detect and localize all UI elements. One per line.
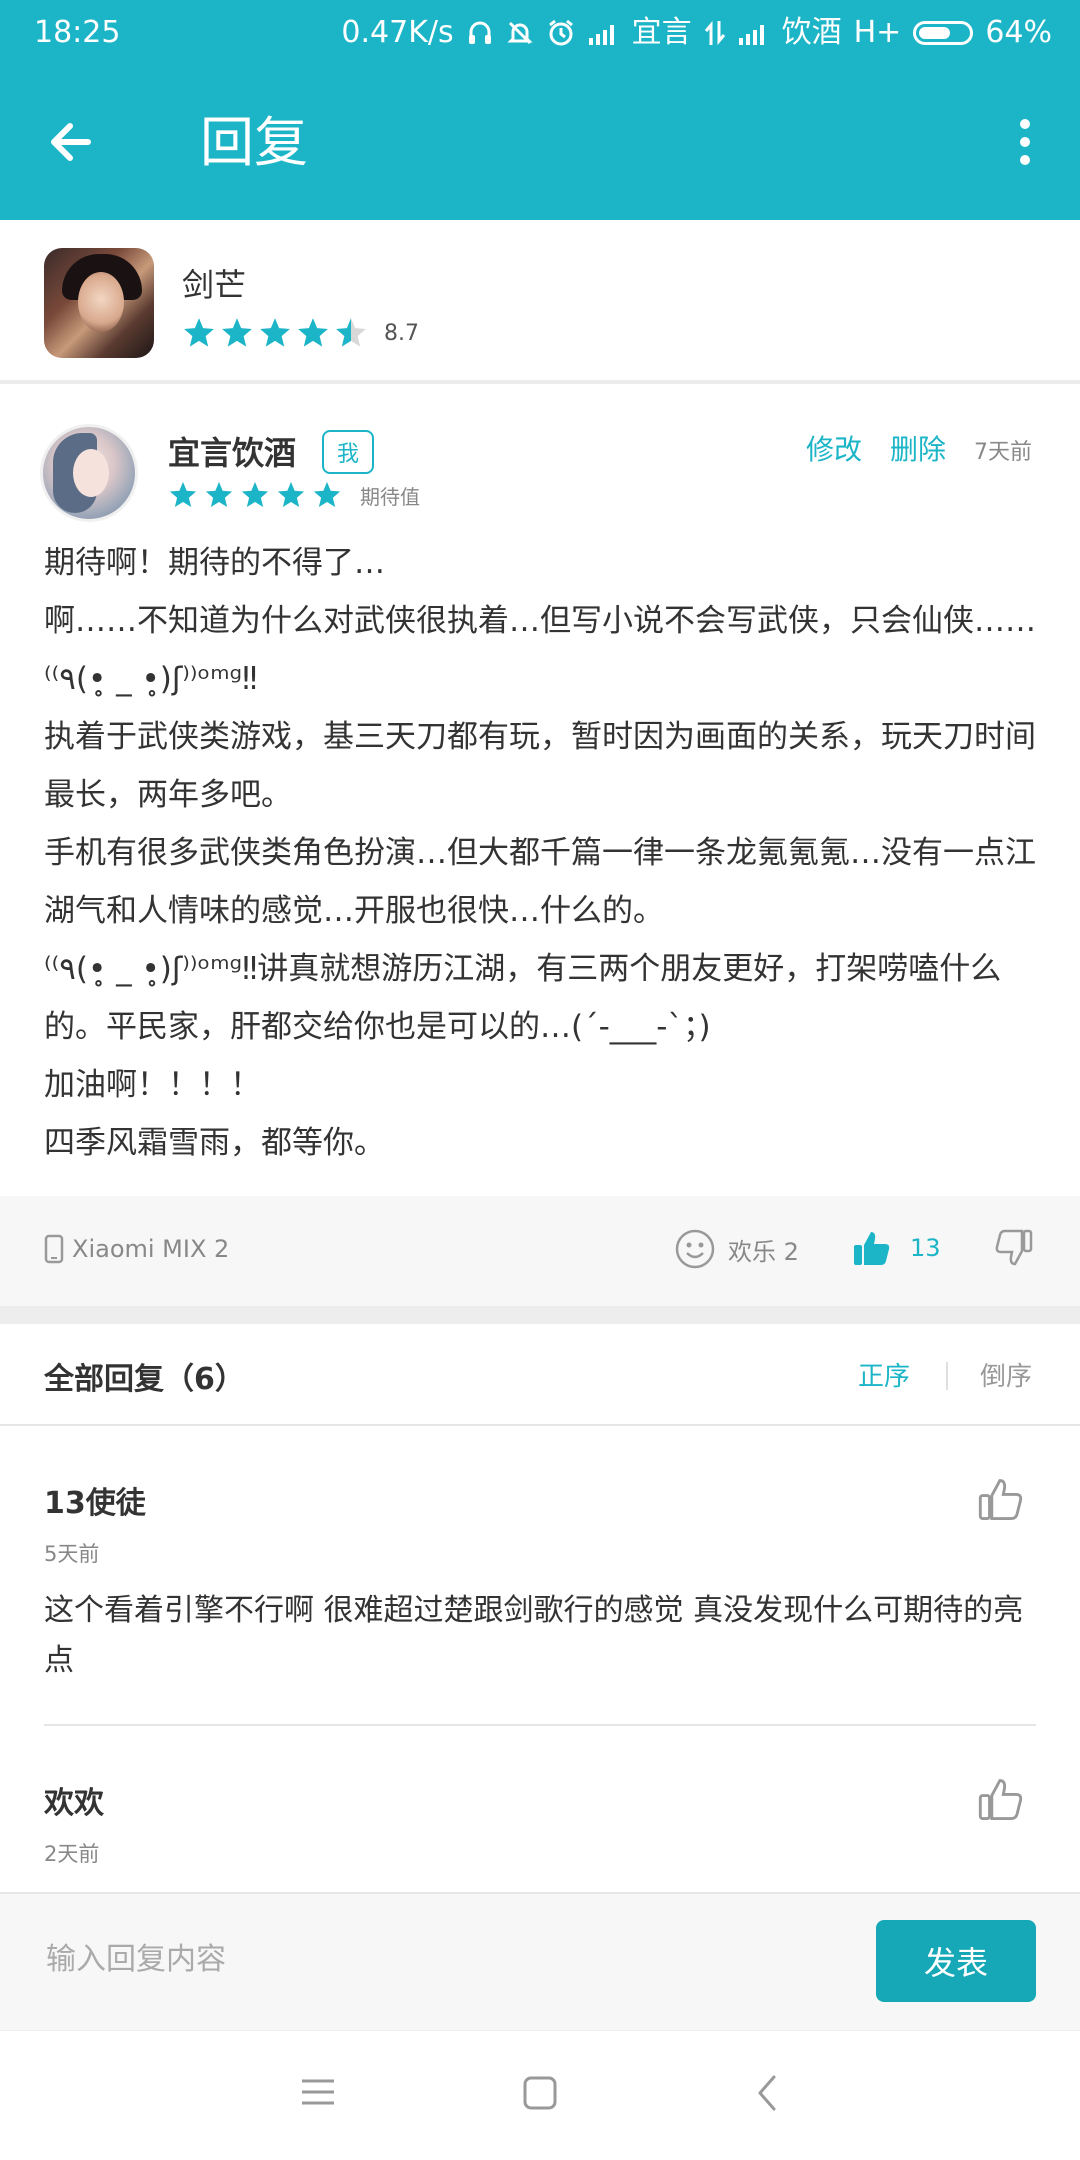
star-icon <box>205 481 233 507</box>
comment-line: ⁽⁽٩(•̥ _ •̥)ʃ⁾⁾ᵒᵐᵍ‼讲真就想游历江湖，有三两个朋友更好，打架唠… <box>44 951 1002 1045</box>
arrow-left-icon <box>51 123 91 161</box>
thumbs-up-icon <box>854 1232 890 1265</box>
device-name: Xiaomi MIX 2 <box>72 1235 230 1263</box>
avatar-face <box>73 449 109 497</box>
reply-item: 欢欢 2天前 <box>0 1728 1080 1892</box>
mute-bell-icon <box>506 21 533 45</box>
game-name: 剑芒 <box>182 266 247 304</box>
fun-button[interactable]: 欢乐 2 <box>674 1228 799 1270</box>
comment-line: 期待啊！期待的不得了… <box>44 545 385 581</box>
sort-ascending-button[interactable]: 正序 <box>858 1356 910 1393</box>
star-icon <box>222 318 252 347</box>
signal-icon <box>588 25 614 45</box>
thumbs-up-icon[interactable] <box>978 1476 1024 1522</box>
reply-time: 5天前 <box>44 1542 100 1566</box>
smiley-icon <box>675 1229 715 1269</box>
more-options-button[interactable] <box>1010 110 1040 174</box>
send-button[interactable]: 发表 <box>876 1920 1036 2002</box>
like-count: 13 <box>910 1234 941 1262</box>
status-bar: 18:25 0.47K/s 宜言 饮酒 H+ 64% <box>0 0 1080 66</box>
header: 18:25 0.47K/s 宜言 饮酒 H+ 64% 回复 <box>0 0 1080 220</box>
comment-line: 四季风霜雪雨，都等你。 <box>44 1125 385 1161</box>
reply-time: 2天前 <box>44 1842 100 1866</box>
battery-icon <box>913 21 974 45</box>
edit-button[interactable]: 修改 <box>806 428 862 468</box>
replies-title: 全部回复（6） <box>44 1362 245 1397</box>
phone-icon <box>44 1234 64 1264</box>
app-bar: 回复 <box>0 66 1080 220</box>
comment-rating: 期待值 <box>168 480 420 510</box>
star-icon <box>184 318 214 347</box>
reply-username[interactable]: 欢欢 <box>44 1778 104 1822</box>
game-info[interactable]: 剑芒 8.7 <box>0 220 1080 384</box>
net-speed: 0.47K/s <box>341 15 454 50</box>
replies-header: 全部回复（6） 正序 倒序 <box>0 1324 1080 1426</box>
like-button[interactable]: 13 <box>852 1228 941 1268</box>
reply-input[interactable] <box>44 1928 808 1990</box>
star-icon <box>277 481 305 507</box>
reply-text: 这个看着引擎不行啊 很难超过楚跟剑歌行的感觉 真没发现什么可期待的亮点 <box>44 1593 1024 1678</box>
battery-fill <box>919 27 951 39</box>
back-chevron-icon[interactable] <box>752 2073 782 2113</box>
comment-line: 加油啊！！！！ <box>44 1067 261 1103</box>
delete-button[interactable]: 删除 <box>890 428 946 468</box>
comment-line: 啊……不知道为什么对武侠很执着…但写小说不会写武侠，只会仙侠……⁽⁽٩(•̥ _… <box>44 603 1036 697</box>
avatar[interactable] <box>40 424 138 522</box>
comment-meta: Xiaomi MIX 2 欢乐 2 13 <box>0 1196 1080 1306</box>
status-time: 18:25 <box>34 15 121 50</box>
home-square-icon[interactable] <box>522 2075 558 2111</box>
star-icon <box>298 318 328 347</box>
page-title: 回复 <box>200 111 308 174</box>
section-gap <box>0 1306 1080 1324</box>
rating-label: 期待值 <box>360 484 420 509</box>
reply-item: 13使徒 5天前 这个看着引擎不行啊 很难超过楚跟剑歌行的感觉 真没发现什么可期… <box>0 1426 1080 1726</box>
game-score: 8.7 <box>384 320 419 346</box>
star-icon <box>260 318 290 347</box>
alarm-icon <box>548 19 573 46</box>
sort-descending-button[interactable]: 倒序 <box>980 1356 1032 1393</box>
comment-star-row <box>168 480 342 510</box>
main-comment: 宜言饮酒 我 期待值 修改 删除 7天前 期待啊！期待的不得了… 啊……不知道为… <box>0 384 1080 1196</box>
star-icon <box>241 481 269 507</box>
signal-icon-2 <box>738 25 764 45</box>
comment-line: 执着于武侠类游戏，基三天刀都有玩，暂时因为画面的关系，玩天刀时间最长，两年多吧。 <box>44 719 1036 813</box>
game-star-row <box>182 316 368 350</box>
back-button[interactable] <box>40 110 110 174</box>
reply-username[interactable]: 13使徒 <box>44 1478 146 1522</box>
thumbs-down-icon <box>995 1229 1033 1266</box>
me-badge: 我 <box>322 430 374 474</box>
dislike-button[interactable] <box>994 1228 1034 1272</box>
star-icon <box>336 318 366 347</box>
network-type: H+ <box>853 15 902 50</box>
sort-divider <box>946 1362 948 1390</box>
status-icons: 0.47K/s 宜言 饮酒 H+ 64% <box>341 0 1052 66</box>
battery-percent: 64% <box>985 15 1052 50</box>
star-icon <box>169 481 197 507</box>
headset-icon <box>468 21 491 44</box>
system-nav-bar <box>0 2030 1080 2160</box>
comment-time: 7天前 <box>974 440 1032 465</box>
game-icon-face <box>78 272 124 332</box>
more-vertical-icon <box>1020 119 1030 165</box>
reply-divider <box>44 1724 1036 1726</box>
thumbs-up-icon[interactable] <box>978 1776 1024 1822</box>
device-info: Xiaomi MIX 2 <box>44 1234 229 1264</box>
comment-username[interactable]: 宜言饮酒 <box>168 428 296 474</box>
reply-input-bar: 发表 <box>0 1892 1080 2030</box>
data-transfer-icon <box>704 20 725 46</box>
carrier-2: 饮酒 <box>781 15 842 50</box>
comment-line: 手机有很多武侠类角色扮演…但大都千篇一律一条龙氪氪氪…没有一点江湖气和人情味的感… <box>44 835 1036 929</box>
game-icon <box>44 248 154 358</box>
game-rating: 8.7 <box>182 316 419 350</box>
menu-icon[interactable] <box>300 2077 336 2107</box>
comment-body: 期待啊！期待的不得了… 啊……不知道为什么对武侠很执着…但写小说不会写武侠，只会… <box>44 534 1044 1172</box>
carrier-1: 宜言 <box>631 15 692 50</box>
reply-page: 18:25 0.47K/s 宜言 饮酒 H+ 64% 回复 剑芒 8.7 宜言饮… <box>0 0 1080 2160</box>
fun-count: 欢乐 2 <box>728 1237 799 1266</box>
star-icon <box>313 481 341 507</box>
